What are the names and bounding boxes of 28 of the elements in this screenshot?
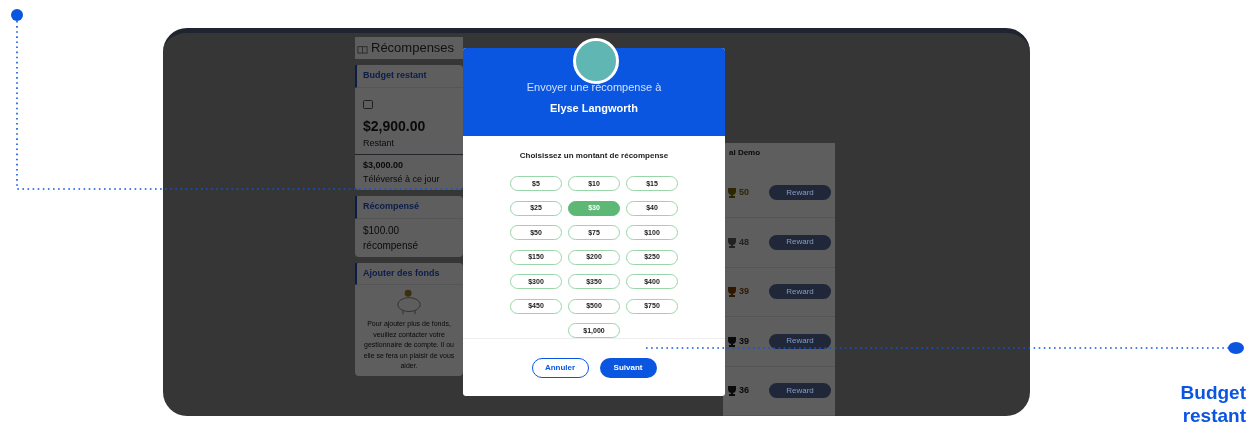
callout-dot	[11, 9, 23, 21]
trophy-count: 39	[739, 334, 749, 348]
reward-button[interactable]: Reward	[769, 284, 831, 300]
dialog-title: Envoyer une récompense à	[526, 80, 662, 96]
rewarded-label: récompensé	[363, 238, 420, 253]
avatar-photo-placeholder	[573, 38, 619, 84]
trophy-count: 50	[739, 186, 749, 200]
page-title: Récompenses	[371, 39, 455, 58]
rewarded-amount: $100.00	[363, 223, 401, 238]
trophy-count: 48	[739, 235, 749, 249]
recipient-name: Elyse Langworth	[550, 100, 638, 116]
trophy-count: 36	[739, 384, 749, 398]
callout-label: Budget restant	[1179, 381, 1246, 427]
uploaded-amount: $3,000.00	[363, 159, 405, 172]
reward-button[interactable]: Reward	[769, 383, 831, 399]
budget-amount: $2,900.00	[363, 116, 427, 136]
callout-dot	[1228, 342, 1244, 354]
next-button[interactable]: Suivant	[599, 357, 657, 378]
budget-label: Restant	[363, 136, 396, 150]
reward-button[interactable]: Reward	[769, 234, 831, 250]
amount-prompt: Choisissez un montant de récompense	[519, 150, 669, 163]
piggy-bank-icon	[394, 289, 424, 315]
cancel-button[interactable]: Annuler	[531, 357, 589, 378]
column-header: al Demo	[723, 143, 835, 169]
trophy-count: 39	[739, 285, 749, 299]
reward-button[interactable]: Reward	[769, 185, 831, 201]
uploaded-label: Téléversé à ce jour	[363, 172, 441, 186]
reward-button[interactable]: Reward	[769, 333, 831, 349]
